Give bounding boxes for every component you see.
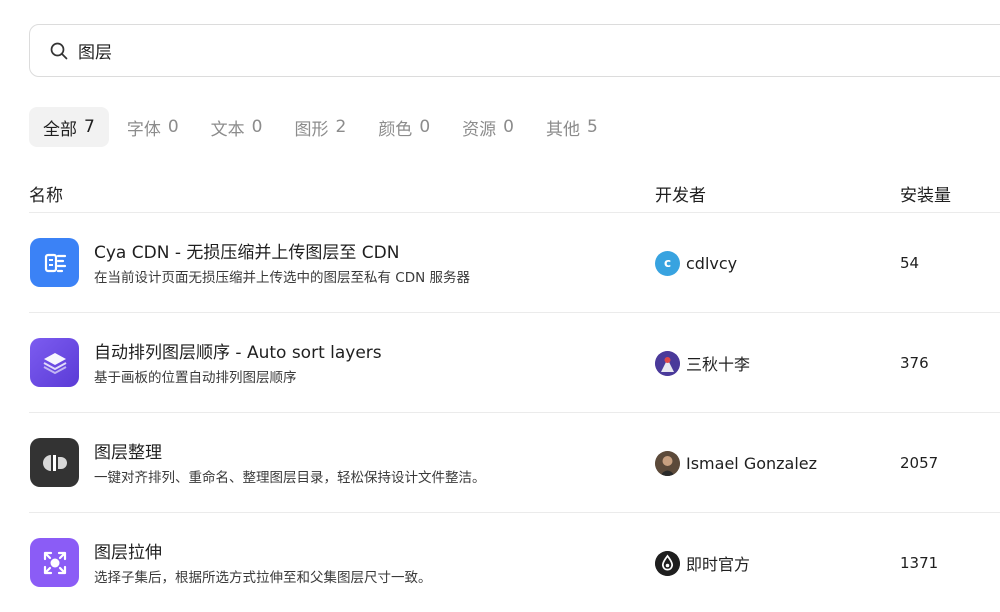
avatar-letter: c [663, 256, 672, 270]
plugin-title[interactable]: 图层拉伸 [94, 538, 162, 563]
tab-label: 文本 [210, 119, 245, 140]
plugin-title[interactable]: Cya CDN - 无损压缩并上传图层至 CDN [94, 238, 399, 263]
column-header-name: 名称 [29, 186, 63, 206]
tab-text[interactable]: 文本 0 [197, 107, 277, 147]
tab-other[interactable]: 其他 5 [532, 107, 612, 147]
install-count: 54 [900, 254, 920, 272]
search-input[interactable] [78, 40, 678, 61]
avatar [655, 550, 680, 576]
table-header: 名称 开发者 安装量 [29, 172, 1000, 213]
plugin-title[interactable]: 自动排列图层顺序 - Auto sort layers [94, 338, 382, 363]
stretch-icon [30, 538, 79, 587]
tab-label: 全部 [43, 119, 77, 140]
layers-stack-icon [30, 338, 79, 387]
column-header-installs: 安装量 [900, 186, 951, 206]
developer-name: Ismael Gonzalez [686, 453, 818, 473]
tab-count: 2 [335, 117, 347, 137]
search-icon [50, 42, 68, 59]
developer-name: 三秋十李 [686, 355, 751, 374]
tab-count: 5 [586, 117, 598, 137]
cdn-upload-icon [30, 238, 79, 287]
tab-colors[interactable]: 颜色 0 [364, 107, 444, 147]
avatar: c [655, 250, 680, 276]
search-box[interactable] [29, 24, 1000, 77]
tab-label: 颜色 [378, 119, 413, 140]
plugin-description: 选择子集后，根据所选方式拉伸至和父集图层尺寸一致。 [94, 570, 432, 586]
tab-label: 资源 [462, 119, 497, 140]
tab-count: 0 [503, 117, 514, 137]
avatar [655, 450, 680, 476]
developer-name: 即时官方 [686, 555, 751, 574]
install-count: 376 [900, 354, 929, 372]
install-count: 1371 [900, 554, 939, 572]
install-count: 2057 [900, 454, 939, 472]
tab-label: 图形 [294, 119, 329, 140]
tab-count: 7 [84, 117, 95, 137]
developer[interactable]: Ismael Gonzalez [655, 450, 817, 476]
column-header-developer: 开发者 [655, 186, 706, 206]
tab-label: 其他 [545, 119, 580, 140]
tab-count: 0 [167, 117, 179, 137]
tab-all[interactable]: 全部 7 [29, 107, 109, 147]
plugin-row[interactable]: 自动排列图层顺序 - Auto sort layers 基于画板的位置自动排列图… [29, 313, 1000, 413]
plugin-row[interactable]: 图层整理 一键对齐排列、重命名、整理图层目录，轻松保持设计文件整洁。 Ismae… [29, 413, 1000, 513]
avatar [655, 350, 680, 376]
align-layers-icon [30, 438, 79, 487]
developer[interactable]: 即时官方 [655, 550, 750, 576]
tab-resources[interactable]: 资源 0 [448, 107, 528, 147]
plugin-row[interactable]: 图层拉伸 选择子集后，根据所选方式拉伸至和父集图层尺寸一致。 即时官方 1371 [29, 513, 1000, 612]
tab-fonts[interactable]: 字体 0 [113, 107, 193, 147]
tab-label: 字体 [126, 119, 161, 140]
plugin-description: 一键对齐排列、重命名、整理图层目录，轻松保持设计文件整洁。 [94, 470, 486, 486]
developer[interactable]: c cdlvcy [655, 250, 737, 276]
plugin-title[interactable]: 图层整理 [94, 438, 162, 463]
tab-count: 0 [419, 117, 431, 137]
plugin-description: 在当前设计页面无损压缩并上传选中的图层至私有 CDN 服务器 [94, 270, 471, 286]
category-tabs: 全部 7 字体 0 文本 0 图形 2 颜色 0 资源 0 其他 5 [29, 107, 616, 147]
developer[interactable]: 三秋十李 [655, 350, 750, 376]
tab-shapes[interactable]: 图形 2 [280, 107, 360, 147]
plugin-row[interactable]: Cya CDN - 无损压缩并上传图层至 CDN 在当前设计页面无损压缩并上传选… [29, 213, 1000, 313]
developer-name: cdlvcy [686, 253, 738, 273]
plugin-description: 基于画板的位置自动排列图层顺序 [94, 370, 297, 386]
tab-count: 0 [251, 117, 263, 137]
